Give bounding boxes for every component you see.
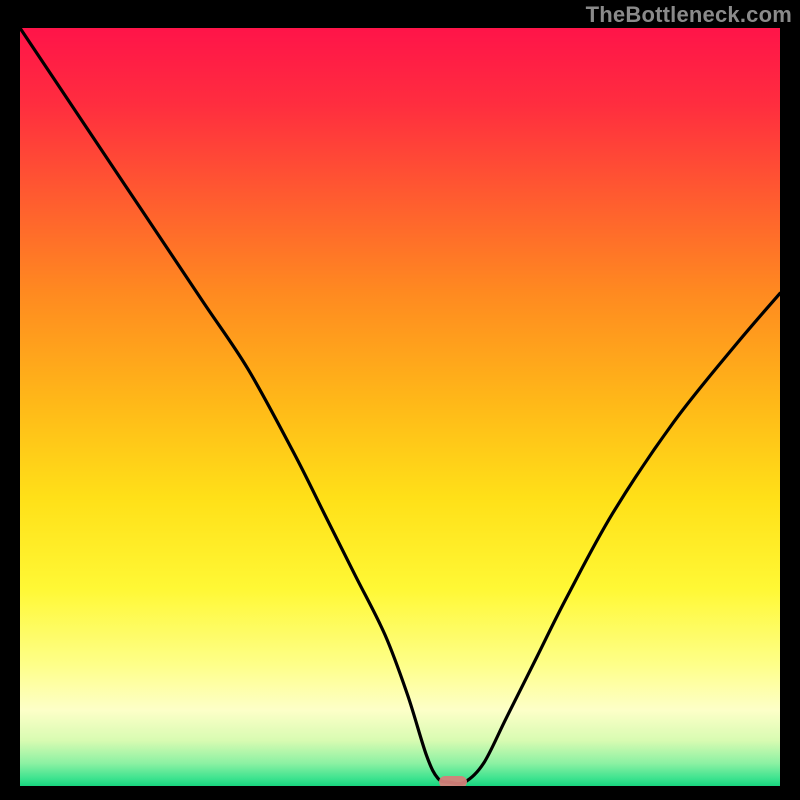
watermark-text: TheBottleneck.com [586, 2, 792, 28]
frame: TheBottleneck.com [0, 0, 800, 800]
optimal-marker [439, 776, 467, 786]
chart-area [20, 28, 780, 786]
chart-svg [20, 28, 780, 786]
